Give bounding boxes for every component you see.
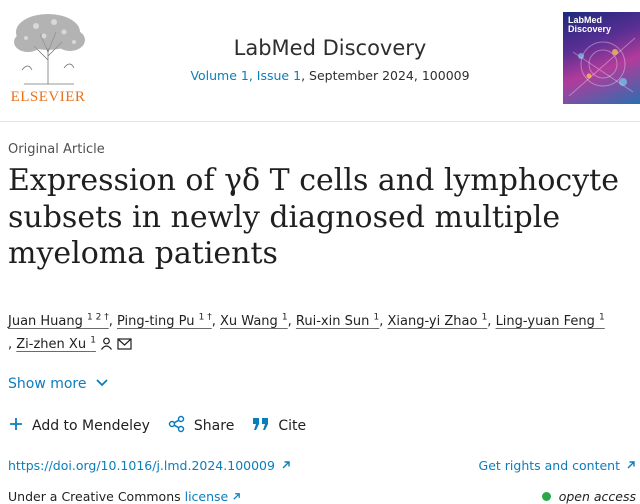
add-to-mendeley-label: Add to Mendeley [32,418,150,434]
volume-issue-link[interactable]: Volume 1, Issue 1 [190,68,301,83]
article-actions: Add to Mendeley Share Cite [8,415,324,437]
corresponding-author-link[interactable]: Zi-zhen Xu 1 [16,336,132,352]
get-rights-link[interactable]: Get rights and content [479,458,636,473]
add-to-mendeley-button[interactable]: Add to Mendeley [8,416,150,436]
show-more-button[interactable]: Show more [8,376,109,392]
author-link[interactable]: Ling-yuan Feng 1 [496,313,605,329]
author-list: Juan Huang 1 2 †, Ping-ting Pu 1 †, Xu W… [8,310,636,358]
get-rights-text: Get rights and content [478,458,620,473]
journal-info: LabMed Discovery Volume 1, Issue 1, Sept… [150,36,510,83]
plus-icon [8,416,24,436]
external-arrow-icon [281,458,291,473]
header-divider [0,121,640,122]
cite-button[interactable]: Cite [252,417,306,435]
share-label: Share [193,418,235,434]
journal-issue-info: Volume 1, Issue 1, September 2024, 10000… [150,68,510,83]
doi-link[interactable]: https://doi.org/10.1016/j.lmd.2024.10000… [8,458,291,473]
tree-icon [14,14,85,85]
quote-icon [252,417,270,435]
share-button[interactable]: Share [168,415,234,437]
author-link[interactable]: Ping-ting Pu 1 † [117,313,212,329]
license-prefix: Under a Creative Commons [8,489,185,504]
cite-label: Cite [278,418,307,434]
show-more-label: Show more [8,376,87,392]
author-link[interactable]: Juan Huang 1 2 † [8,313,109,329]
open-access-dot-icon [541,492,551,501]
external-arrow-icon [626,458,636,473]
envelope-icon[interactable] [117,335,132,358]
share-icon [168,415,186,437]
issue-date: , September 2024, 100009 [301,68,470,83]
author-link[interactable]: Xiang-yi Zhao 1 [387,313,487,329]
license-link[interactable]: license [185,489,242,504]
person-icon [100,335,113,358]
journal-header: ELSEVIER LabMed Discovery Volume 1, Issu… [0,0,640,115]
external-arrow-icon [233,493,241,500]
cover-artwork [568,37,636,97]
author-link[interactable]: Xu Wang 1 [220,313,288,329]
open-access-label: open access [558,489,636,504]
journal-cover-image[interactable]: LabMed Discovery [563,12,640,104]
article-title: Expression of γδ T cells and lymphocyte … [8,163,619,271]
journal-title-link[interactable]: LabMed Discovery [150,36,510,60]
elsevier-wordmark: ELSEVIER [10,89,86,105]
article-type-label: Original Article [8,142,105,157]
doi-text: https://doi.org/10.1016/j.lmd.2024.10000… [8,458,275,473]
chevron-down-icon [95,376,109,392]
open-access-badge: open access [541,489,636,504]
elsevier-logo[interactable]: ELSEVIER [4,8,92,106]
author-link[interactable]: Rui-xin Sun 1 [296,313,379,329]
license-row: Under a Creative Commons license open ac… [8,489,636,504]
